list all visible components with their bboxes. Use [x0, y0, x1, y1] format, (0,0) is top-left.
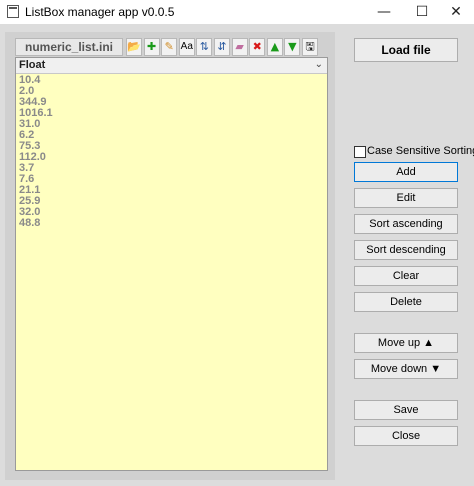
move-up-icon[interactable]: ▲ [266, 38, 283, 56]
maximize-button[interactable]: ☐ [404, 0, 440, 24]
sort-ascending-icon[interactable]: ⇅ [196, 38, 213, 56]
sort-descending-icon[interactable]: ⇵ [214, 38, 230, 56]
case-sensitive-label: Case Sensitive Sorting [367, 145, 474, 157]
close-window-button[interactable]: ✕ [438, 0, 474, 24]
close-button[interactable]: Close [354, 426, 458, 446]
add-icon[interactable]: ✚ [143, 38, 160, 56]
chevron-down-icon: ⌄ [314, 59, 323, 70]
edit-button[interactable]: Edit [354, 188, 458, 208]
move-down-icon[interactable]: ▼ [284, 38, 301, 56]
save-icon[interactable]: 🖫 [302, 38, 318, 56]
file-name-label: numeric_list.ini [15, 38, 123, 56]
clear-button[interactable]: Clear [354, 266, 458, 286]
list-item[interactable]: 48.8 [19, 218, 53, 229]
case-sensitive-checkbox[interactable] [354, 146, 366, 158]
listbox-panel: numeric_list.ini 📂 ✚ ✎ Aa ⇅ ⇵ ▰ ✖ ▲ ▼ 🖫 Float ⌄ 10… [5, 32, 335, 480]
move-up-button[interactable]: Move up ▲ [354, 333, 458, 353]
list-header-dropdown[interactable]: Float ⌄ [16, 58, 327, 74]
folder-open-icon[interactable]: 📂 [126, 38, 142, 56]
case-toggle-icon[interactable]: Aa [178, 38, 195, 56]
load-file-button[interactable]: Load file [354, 38, 458, 62]
edit-pencil-icon[interactable]: ✎ [161, 38, 178, 56]
window-title: ListBox manager app v0.0.5 [25, 5, 175, 19]
save-button[interactable]: Save [354, 400, 458, 420]
clear-eraser-icon[interactable]: ▰ [231, 38, 248, 56]
list-items: 10.4 2.0 344.9 1016.1 31.0 6.2 75.3 112.0 3.7 7.6… [19, 75, 53, 229]
delete-icon[interactable]: ✖ [249, 38, 266, 56]
app-client-area: numeric_list.ini 📂 ✚ ✎ Aa ⇅ ⇵ ▰ ✖ ▲ ▼ 🖫 Float ⌄ 10… [0, 24, 474, 486]
app-window-icon [7, 5, 19, 18]
add-button[interactable]: Add [354, 162, 458, 182]
controls-panel: Load file Case Sensitive Sorting Add Edi… [340, 32, 474, 480]
listbox[interactable]: Float ⌄ 10.4 2.0 344.9 1016.1 31.0 6.2 75.3 112… [15, 57, 328, 471]
delete-button[interactable]: Delete [354, 292, 458, 312]
minimize-button[interactable]: — [366, 0, 402, 24]
sort-ascending-button[interactable]: Sort ascending [354, 214, 458, 234]
title-bar: ListBox manager app v0.0.5 — ☐ ✕ [0, 0, 474, 24]
move-down-button[interactable]: Move down ▼ [354, 359, 458, 379]
sort-descending-button[interactable]: Sort descending [354, 240, 458, 260]
list-header-label: Float [19, 59, 46, 71]
